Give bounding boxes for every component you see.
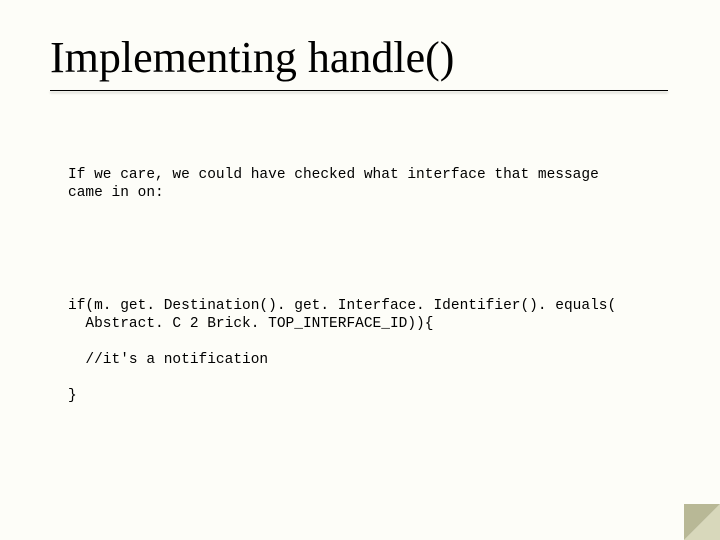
slide-title: Implementing handle() bbox=[50, 32, 454, 83]
slide-body: If we care, we could have checked what i… bbox=[68, 130, 658, 442]
title-underline bbox=[50, 90, 668, 91]
page-corner-fold bbox=[684, 504, 720, 540]
intro-text: If we care, we could have checked what i… bbox=[68, 166, 658, 202]
code-block: if(m. get. Destination(). get. Interface… bbox=[68, 297, 658, 406]
slide: Implementing handle() If we care, we cou… bbox=[0, 0, 720, 540]
